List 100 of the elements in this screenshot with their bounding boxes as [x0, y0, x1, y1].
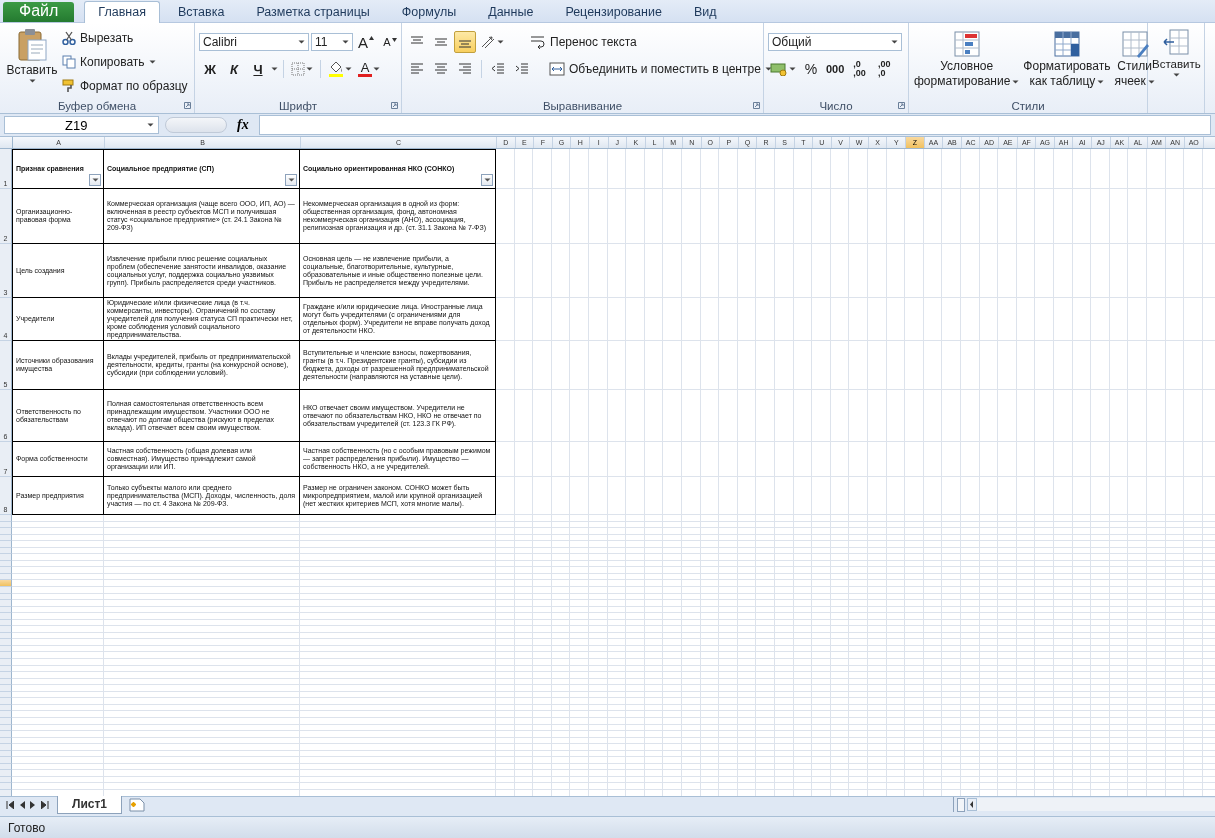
caret-icon[interactable] — [271, 67, 278, 71]
caret-icon[interactable] — [148, 60, 156, 64]
ribbon-tab[interactable]: Вставка — [163, 1, 239, 22]
decrease-decimal-button[interactable]: ,00 ,0 — [872, 58, 896, 80]
row-header[interactable] — [0, 600, 12, 607]
copy-button[interactable]: Копировать — [60, 52, 190, 72]
row-header[interactable] — [0, 724, 12, 732]
scroll-thumb[interactable] — [957, 797, 965, 812]
caret-icon[interactable] — [1097, 79, 1105, 84]
row-header[interactable] — [0, 717, 12, 725]
ribbon-tab[interactable]: Данные — [474, 1, 548, 22]
dialog-launcher-icon[interactable] — [753, 102, 760, 109]
caret-icon[interactable] — [306, 67, 313, 71]
bold-button[interactable]: Ж — [199, 58, 221, 80]
formula-input[interactable] — [258, 115, 1211, 135]
dialog-launcher-icon[interactable] — [898, 102, 905, 109]
row-header[interactable] — [0, 613, 12, 620]
row-header[interactable] — [0, 737, 12, 745]
filter-button[interactable] — [481, 174, 493, 186]
row-header[interactable] — [0, 672, 12, 679]
row-header[interactable] — [0, 731, 12, 738]
italic-button[interactable]: К — [223, 58, 245, 80]
bottom-align-button[interactable] — [454, 31, 476, 53]
row-header[interactable] — [0, 567, 12, 574]
formula-bar-grip[interactable] — [165, 117, 227, 133]
caret-icon[interactable] — [1012, 79, 1020, 84]
row-header[interactable] — [0, 744, 12, 751]
row-header[interactable] — [0, 665, 12, 673]
ribbon-tab[interactable]: Разметка страницы — [242, 1, 384, 22]
row-header[interactable] — [0, 521, 12, 529]
filter-button[interactable] — [89, 174, 101, 186]
row-header[interactable] — [0, 685, 12, 692]
caret-icon[interactable] — [891, 40, 898, 44]
caret-icon[interactable] — [147, 123, 154, 127]
caret-icon[interactable] — [1172, 73, 1180, 77]
row-header[interactable] — [0, 645, 12, 653]
next-sheet-icon[interactable] — [30, 801, 36, 809]
dialog-launcher-icon[interactable] — [184, 102, 191, 109]
caret-icon[interactable] — [345, 67, 352, 71]
row-header[interactable] — [0, 704, 12, 712]
ribbon-tab[interactable]: Рецензирование — [551, 1, 676, 22]
row-header[interactable] — [0, 652, 12, 660]
previous-sheet-icon[interactable] — [19, 801, 25, 809]
row-header[interactable] — [0, 678, 12, 686]
caret-icon[interactable] — [298, 40, 305, 44]
row-header[interactable] — [0, 659, 12, 666]
font-name-dropdown[interactable]: Calibri — [199, 33, 309, 51]
row-header[interactable] — [0, 580, 12, 587]
row-header[interactable] — [0, 789, 12, 796]
row-header[interactable] — [0, 541, 12, 548]
caret-icon[interactable] — [497, 40, 504, 44]
ribbon-tab[interactable]: Главная — [84, 1, 160, 23]
row-header[interactable] — [0, 547, 12, 555]
row-header[interactable] — [0, 632, 12, 640]
row-header[interactable] — [0, 763, 12, 771]
conditional-formatting-button[interactable]: Условное форматирование — [913, 28, 1021, 98]
file-tab[interactable]: Файл — [3, 2, 75, 22]
cut-button[interactable]: Вырезать — [60, 28, 190, 48]
name-box[interactable]: Z19 — [4, 116, 159, 134]
row-header[interactable] — [0, 691, 12, 699]
row-header[interactable] — [0, 750, 12, 758]
paste-button[interactable]: Вставить — [4, 26, 60, 98]
row-header[interactable] — [0, 626, 12, 633]
underline-button[interactable]: Ч — [247, 58, 269, 80]
caret-icon[interactable] — [373, 67, 380, 71]
ribbon-tab[interactable]: Формулы — [387, 1, 471, 22]
caret-icon[interactable] — [764, 67, 772, 71]
caret-icon[interactable] — [342, 40, 349, 44]
format-painter-button[interactable]: Формат по образцу — [60, 76, 190, 96]
sheet-tab[interactable]: Лист1 — [57, 796, 123, 814]
row-header[interactable] — [0, 606, 12, 614]
font-size-dropdown[interactable]: 11 — [311, 33, 353, 51]
last-sheet-icon[interactable] — [41, 801, 49, 809]
shrink-font-button[interactable]: A — [379, 31, 401, 53]
thousands-separator-button[interactable]: 000 — [824, 58, 847, 80]
row-header[interactable] — [0, 534, 12, 542]
row-header[interactable] — [0, 698, 12, 705]
row-header[interactable] — [0, 776, 12, 784]
grow-font-button[interactable]: A — [355, 31, 377, 53]
caret-icon[interactable] — [28, 79, 36, 83]
row-header[interactable] — [0, 639, 12, 646]
row-header[interactable] — [0, 770, 12, 777]
number-format-dropdown[interactable]: Общий — [768, 33, 902, 51]
row-header[interactable] — [0, 757, 12, 764]
first-sheet-icon[interactable] — [6, 801, 14, 809]
row-header[interactable] — [0, 528, 12, 535]
scroll-left-icon[interactable] — [967, 798, 977, 811]
ribbon-tab[interactable]: Вид — [679, 1, 731, 22]
row-header[interactable] — [0, 573, 12, 581]
row-header[interactable] — [0, 515, 12, 522]
dialog-launcher-icon[interactable] — [391, 102, 398, 109]
wrap-text-button[interactable]: Перенос текста — [528, 32, 639, 52]
font-color-button[interactable]: A — [356, 58, 382, 80]
format-as-table-button[interactable]: Форматировать как таблицу — [1022, 28, 1112, 98]
caret-icon[interactable] — [789, 67, 796, 71]
row-header[interactable] — [0, 560, 12, 568]
row-header[interactable] — [0, 619, 12, 627]
filter-button[interactable] — [285, 174, 297, 186]
merge-center-button[interactable]: Объединить и поместить в центре — [547, 59, 774, 79]
row-header[interactable] — [0, 554, 12, 561]
